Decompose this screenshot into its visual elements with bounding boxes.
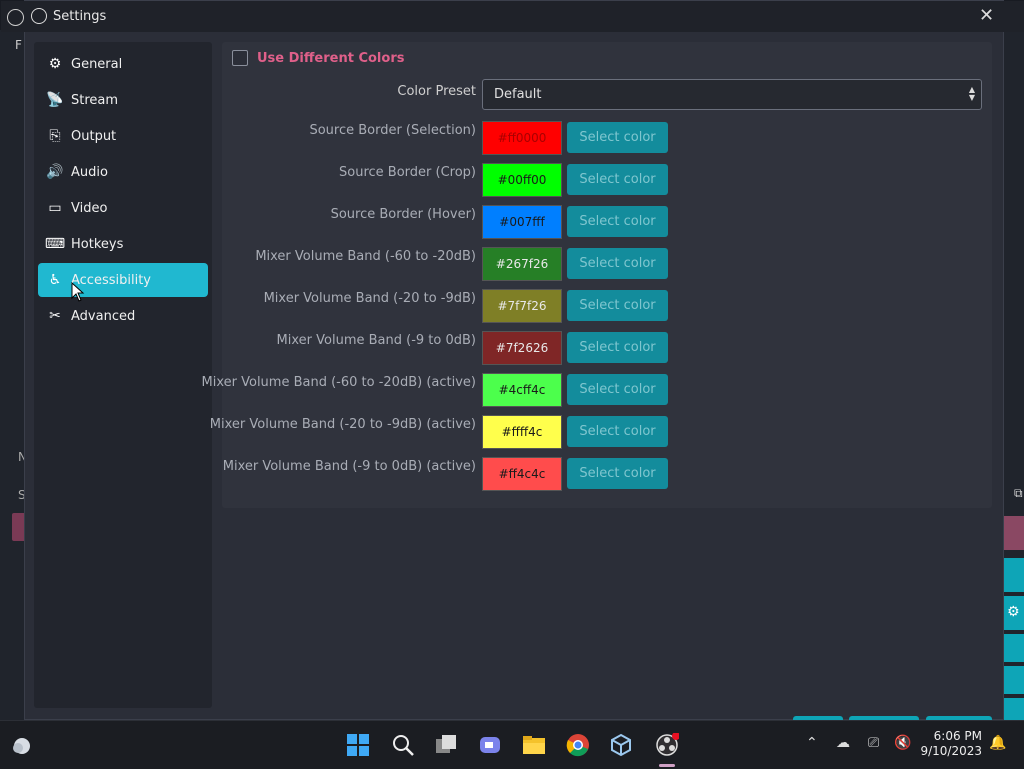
keyboard-icon: ⌨: [44, 236, 66, 252]
color-row-label: Source Border (Selection): [309, 123, 476, 138]
sidebar-item-output[interactable]: ⎘ Output: [38, 119, 208, 153]
select-color-button[interactable]: Select color: [567, 122, 668, 153]
color-row: Mixer Volume Band (-60 to -20dB) #267f26 S…: [222, 247, 992, 283]
color-row: Source Border (Hover) #007fff Select color: [222, 205, 992, 241]
virtualbox-icon[interactable]: [609, 733, 633, 757]
clock-date: 9/10/2023: [920, 744, 982, 758]
sidebar-item-stream[interactable]: 📡 Stream: [38, 83, 208, 117]
color-row-label: Mixer Volume Band (-60 to -20dB): [255, 249, 476, 264]
color-preset-value: Default: [494, 87, 542, 102]
sidebar-item-general[interactable]: ⚙ General: [38, 47, 208, 81]
bg-screenshot-icon: ⧉: [1014, 486, 1023, 500]
obs-icon: [31, 8, 47, 24]
color-preset-label: Color Preset: [397, 84, 476, 99]
gear-icon[interactable]: ⚙: [1007, 604, 1020, 620]
accessibility-icon: ♿: [48, 272, 62, 288]
sidebar-item-accessibility[interactable]: ♿ Accessibility: [38, 263, 208, 297]
color-swatch: #4cff4c: [482, 373, 562, 407]
color-swatch: #ffff4c: [482, 415, 562, 449]
color-row-label: Mixer Volume Band (-20 to -9dB) (active): [209, 417, 476, 432]
select-color-button[interactable]: Select color: [567, 248, 668, 279]
notification-bell-icon[interactable]: 🔔: [989, 735, 1006, 751]
updown-arrow-icon: ▲ ▼: [968, 85, 975, 102]
color-row-label: Mixer Volume Band (-9 to 0dB): [276, 333, 476, 348]
color-swatch: #7f2626: [482, 331, 562, 365]
bg-teal-tile[interactable]: [1004, 558, 1024, 592]
file-explorer-icon[interactable]: [522, 733, 546, 757]
select-color-button[interactable]: Select color: [567, 290, 668, 321]
network-icon[interactable]: ⎚: [868, 735, 879, 751]
sidebar-item-video[interactable]: ▭ Video: [38, 191, 208, 225]
speaker-icon: 🔊: [46, 164, 64, 180]
search-icon[interactable]: [391, 733, 415, 757]
sidebar-item-label: Stream: [71, 92, 119, 108]
color-row-label: Mixer Volume Band (-60 to -20dB) (active…: [201, 375, 476, 390]
antenna-icon: 📡: [46, 92, 64, 108]
select-color-button[interactable]: Select color: [567, 332, 668, 363]
select-color-button[interactable]: Select color: [567, 374, 668, 405]
color-row-label: Mixer Volume Band (-9 to 0dB) (active): [222, 459, 476, 474]
color-row: Mixer Volume Band (-20 to -9dB) (active)…: [210, 415, 992, 451]
sidebar-item-label: Hotkeys: [71, 236, 124, 252]
task-view-icon[interactable]: [434, 733, 458, 757]
select-color-button[interactable]: Select color: [567, 458, 668, 489]
color-row: Mixer Volume Band (-9 to 0dB) (active) #f…: [222, 457, 992, 493]
use-different-colors-row[interactable]: Use Different Colors: [232, 50, 404, 66]
clock-time: 6:06 PM: [933, 729, 982, 743]
color-swatch: #00ff00: [482, 163, 562, 197]
bg-teal-tile[interactable]: [1004, 666, 1024, 694]
color-swatch: #007fff: [482, 205, 562, 239]
sidebar-item-label: Output: [71, 128, 117, 144]
active-app-indicator: [659, 764, 675, 767]
color-preset-select[interactable]: Default ▲ ▼: [482, 79, 982, 110]
obs-icon: [7, 9, 24, 26]
title-bar: Settings ✕: [1, 1, 1024, 32]
color-row: Mixer Volume Band (-9 to 0dB) #7f2626 Sele…: [222, 331, 992, 367]
monitor-icon: ▭: [48, 200, 62, 216]
sidebar-item-label: Audio: [71, 164, 108, 180]
use-different-colors-label: Use Different Colors: [257, 50, 405, 66]
gear-icon: ⚙: [48, 56, 62, 72]
accessibility-panel: Use Different Colors Color Preset Defaul…: [202, 42, 992, 508]
use-different-colors-checkbox[interactable]: [232, 50, 248, 66]
color-row-label: Source Border (Hover): [330, 207, 476, 222]
color-row-label: Mixer Volume Band (-20 to -9dB): [263, 291, 476, 306]
window-title: Settings: [53, 9, 107, 24]
sidebar-item-audio[interactable]: 🔊 Audio: [38, 155, 208, 189]
tools-icon: ✂: [49, 308, 61, 324]
color-row: Mixer Volume Band (-60 to -20dB) (active…: [202, 373, 992, 409]
sidebar-item-hotkeys[interactable]: ⌨ Hotkeys: [38, 227, 208, 261]
color-swatch: #ff0000: [482, 121, 562, 155]
sidebar-item-label: Video: [71, 200, 108, 216]
volume-muted-icon[interactable]: 🔇: [894, 735, 911, 751]
background-right-panel: ⧉ ⚙: [1002, 30, 1024, 726]
taskbar-clock[interactable]: 6:06 PM 9/10/2023: [920, 729, 982, 759]
close-icon[interactable]: ✕: [979, 5, 994, 26]
output-icon: ⎘: [49, 128, 61, 144]
color-row-label: Source Border (Crop): [339, 165, 476, 180]
bg-teal-tile[interactable]: [1004, 634, 1024, 662]
sidebar-item-label: Advanced: [71, 308, 136, 324]
select-color-button[interactable]: Select color: [567, 206, 668, 237]
chevron-up-icon[interactable]: ⌃: [806, 735, 818, 751]
color-row: Source Border (Selection) #ff0000 Select c…: [222, 121, 992, 157]
taskbar: ⌃ ☁ ⎚ 🔇 6:06 PM 9/10/2023 🔔: [0, 720, 1024, 769]
sidebar-item-advanced[interactable]: ✂ Advanced: [38, 299, 208, 333]
color-row: Mixer Volume Band (-20 to -9dB) #7f7f26 Se…: [222, 289, 992, 325]
weather-icon[interactable]: [10, 733, 34, 757]
sidebar-item-label: General: [71, 56, 123, 72]
obs-taskbar-icon[interactable]: [655, 733, 679, 757]
cloud-icon[interactable]: ☁: [836, 735, 850, 751]
teams-icon[interactable]: [478, 733, 502, 757]
bg-pink-block-right: [1004, 516, 1024, 550]
bg-letter-f: F: [15, 38, 22, 52]
select-color-button[interactable]: Select color: [567, 416, 668, 447]
color-row: Source Border (Crop) #00ff00 Select color: [222, 163, 992, 199]
color-swatch: #7f7f26: [482, 289, 562, 323]
select-color-button[interactable]: Select color: [567, 164, 668, 195]
chrome-icon[interactable]: [566, 733, 590, 757]
color-swatch: #267f26: [482, 247, 562, 281]
color-swatch: #ff4c4c: [482, 457, 562, 491]
start-icon[interactable]: [346, 733, 370, 757]
